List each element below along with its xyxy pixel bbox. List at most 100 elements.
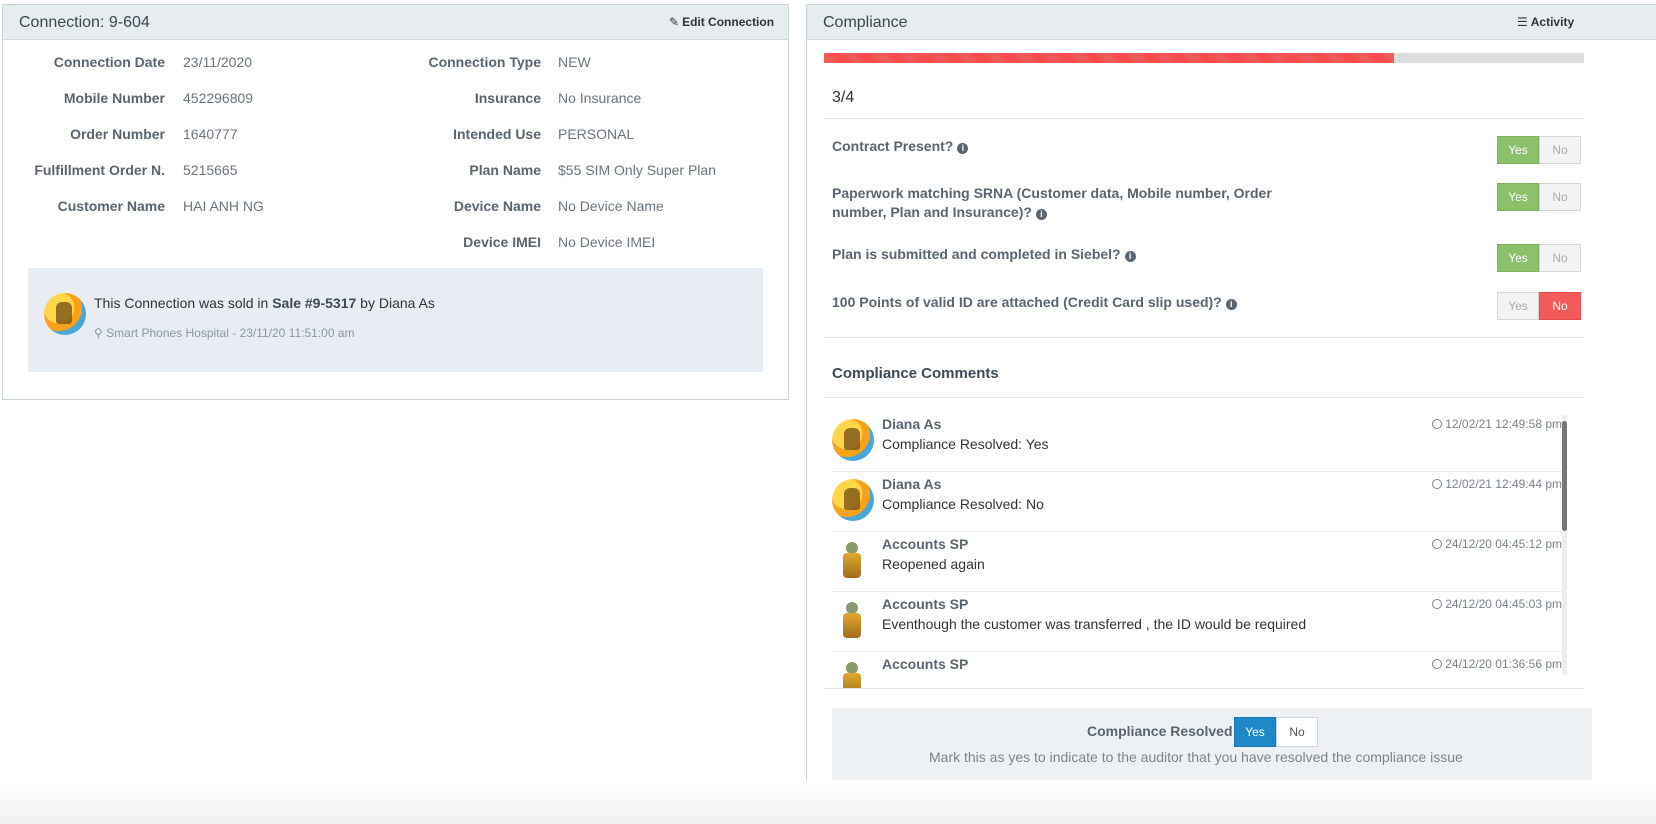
field-label-connection-date: Connection Date xyxy=(53,54,165,70)
comment-item: Diana As 12/02/21 12:49:44 pm Compliance… xyxy=(832,472,1567,532)
question-text: Paperwork matching SRNA (Customer data, … xyxy=(832,185,1272,220)
info-icon[interactable]: i xyxy=(1124,251,1136,262)
edit-connection-link[interactable]: ✎ Edit Connection xyxy=(669,15,774,29)
field-value-plan-name: $55 SIM Only Super Plan xyxy=(558,162,716,178)
field-label-plan-name: Plan Name xyxy=(469,162,541,178)
compliance-resolved-label: Compliance Resolved xyxy=(1087,723,1233,739)
sale-location: ⚲ Smart Phones Hospital - 23/11/20 11:51… xyxy=(94,326,355,340)
comment-list: Diana As 12/02/21 12:49:58 pm Compliance… xyxy=(832,412,1567,688)
field-label-device-imei: Device IMEI xyxy=(463,234,541,250)
info-icon[interactable]: i xyxy=(957,143,969,154)
comment-time-text: 12/02/21 12:49:44 pm xyxy=(1445,477,1562,491)
clock-icon xyxy=(1432,419,1443,429)
question-text: Contract Present? xyxy=(832,138,954,154)
yes-button[interactable]: Yes xyxy=(1497,244,1539,272)
comment-time-text: 24/12/20 04:45:12 pm xyxy=(1445,537,1562,551)
connection-panel-header: Connection: 9-604 ✎ Edit Connection xyxy=(3,5,788,40)
field-label-connection-type: Connection Type xyxy=(428,54,541,70)
yes-button[interactable]: Yes xyxy=(1497,292,1539,320)
comment-timestamp: 24/12/20 04:45:03 pm xyxy=(1432,597,1562,611)
field-value-device-imei: No Device IMEI xyxy=(558,234,656,250)
question-text: Plan is submitted and completed in Siebe… xyxy=(832,246,1121,262)
divider xyxy=(824,688,1584,689)
comment-author: Accounts SP xyxy=(882,656,969,672)
page-bottom-edge xyxy=(0,780,1656,824)
compliance-panel: Compliance ☰ Activity 3/4 Contract Presen… xyxy=(806,4,1656,824)
field-value-connection-type: NEW xyxy=(558,54,591,70)
comment-time-text: 12/02/21 12:49:58 pm xyxy=(1445,417,1562,431)
info-icon[interactable]: i xyxy=(1225,299,1237,310)
sale-link[interactable]: Sale #9-5317 xyxy=(272,295,356,311)
comment-timestamp: 24/12/20 04:45:12 pm xyxy=(1432,537,1562,551)
comment-item: Accounts SP 24/12/20 04:45:12 pm Reopene… xyxy=(832,532,1567,592)
question-plan-submitted: Plan is submitted and completed in Siebe… xyxy=(832,245,1292,264)
scrollbar-thumb[interactable] xyxy=(1562,421,1567,531)
sale-location-text: Smart Phones Hospital - 23/11/20 11:51:0… xyxy=(106,326,355,340)
field-label-order-number: Order Number xyxy=(70,126,165,142)
no-button[interactable]: No xyxy=(1539,292,1581,320)
compliance-title: Compliance xyxy=(823,14,908,31)
connection-panel: Connection: 9-604 ✎ Edit Connection Conne… xyxy=(2,4,789,400)
no-button[interactable]: No xyxy=(1539,244,1581,272)
compliance-resolved-toggle: Yes No xyxy=(1234,717,1318,747)
field-value-device-name: No Device Name xyxy=(558,198,664,214)
info-icon[interactable]: i xyxy=(1035,209,1047,220)
resolved-yes-button[interactable]: Yes xyxy=(1234,717,1276,747)
divider xyxy=(824,118,1584,119)
compliance-progress-bar xyxy=(824,53,1584,63)
compliance-resolved-help: Mark this as yes to indicate to the audi… xyxy=(929,749,1463,765)
clock-icon xyxy=(1432,659,1443,669)
comment-text: Compliance Resolved: Yes xyxy=(882,436,1049,452)
resolved-no-button[interactable]: No xyxy=(1276,717,1318,747)
comment-timestamp: 24/12/20 01:36:56 pm xyxy=(1432,657,1562,671)
comment-text: Eventhough the customer was transferred … xyxy=(882,616,1307,632)
avatar xyxy=(832,419,874,461)
toggle-plan-submitted: Yes No xyxy=(1497,244,1581,272)
edit-connection-label: Edit Connection xyxy=(682,15,775,29)
comment-item: Diana As 12/02/21 12:49:58 pm Compliance… xyxy=(832,412,1567,472)
sale-summary: This Connection was sold in Sale #9-5317… xyxy=(94,295,435,311)
divider xyxy=(824,397,1584,398)
no-button[interactable]: No xyxy=(1539,183,1581,211)
activity-link[interactable]: ☰ Activity xyxy=(1517,15,1574,29)
comment-text: Reopened again xyxy=(882,556,985,572)
toggle-contract-present: Yes No xyxy=(1497,136,1581,164)
compliance-progress-fill xyxy=(824,53,1394,63)
clock-icon xyxy=(1432,539,1443,549)
avatar xyxy=(44,293,86,335)
field-value-mobile-number: 452296809 xyxy=(183,90,254,106)
comment-text: Compliance Resolved: No xyxy=(882,496,1044,512)
toggle-paperwork-matching: Yes No xyxy=(1497,183,1581,211)
comment-author: Diana As xyxy=(882,476,942,492)
avatar xyxy=(832,660,872,688)
question-paperwork-matching: Paperwork matching SRNA (Customer data, … xyxy=(832,184,1292,222)
sale-info-box: This Connection was sold in Sale #9-5317… xyxy=(28,268,763,372)
field-value-fulfillment-order: 5215665 xyxy=(183,162,238,178)
clock-icon xyxy=(1432,599,1443,609)
comment-item: Accounts SP 24/12/20 01:36:56 pm xyxy=(832,652,1567,688)
field-label-insurance: Insurance xyxy=(474,90,541,106)
map-marker-icon: ⚲ xyxy=(94,326,103,340)
question-contract-present: Contract Present? i xyxy=(832,137,1292,156)
connection-title: Connection: 9-604 xyxy=(19,14,150,31)
comment-scrollbar[interactable] xyxy=(1562,415,1567,675)
no-button[interactable]: No xyxy=(1539,136,1581,164)
sale-by: by Diana As xyxy=(360,295,435,311)
field-label-customer-name: Customer Name xyxy=(57,198,165,214)
toggle-valid-id: Yes No xyxy=(1497,292,1581,320)
comment-author: Accounts SP xyxy=(882,596,969,612)
avatar xyxy=(832,540,872,580)
clock-icon xyxy=(1432,479,1443,489)
field-label-mobile-number: Mobile Number xyxy=(63,90,165,106)
edit-icon: ✎ xyxy=(669,15,680,29)
compliance-resolved-box: Compliance Resolved Yes No Mark this as … xyxy=(832,708,1592,788)
comment-item: Accounts SP 24/12/20 04:45:03 pm Eventho… xyxy=(832,592,1567,652)
comment-time-text: 24/12/20 01:36:56 pm xyxy=(1445,657,1562,671)
compliance-panel-header: Compliance ☰ Activity xyxy=(807,5,1656,40)
yes-button[interactable]: Yes xyxy=(1497,183,1539,211)
field-value-connection-date: 23/11/2020 xyxy=(183,54,253,70)
divider xyxy=(824,337,1584,338)
comments-title: Compliance Comments xyxy=(832,365,999,382)
yes-button[interactable]: Yes xyxy=(1497,136,1539,164)
field-value-insurance: No Insurance xyxy=(558,90,642,106)
